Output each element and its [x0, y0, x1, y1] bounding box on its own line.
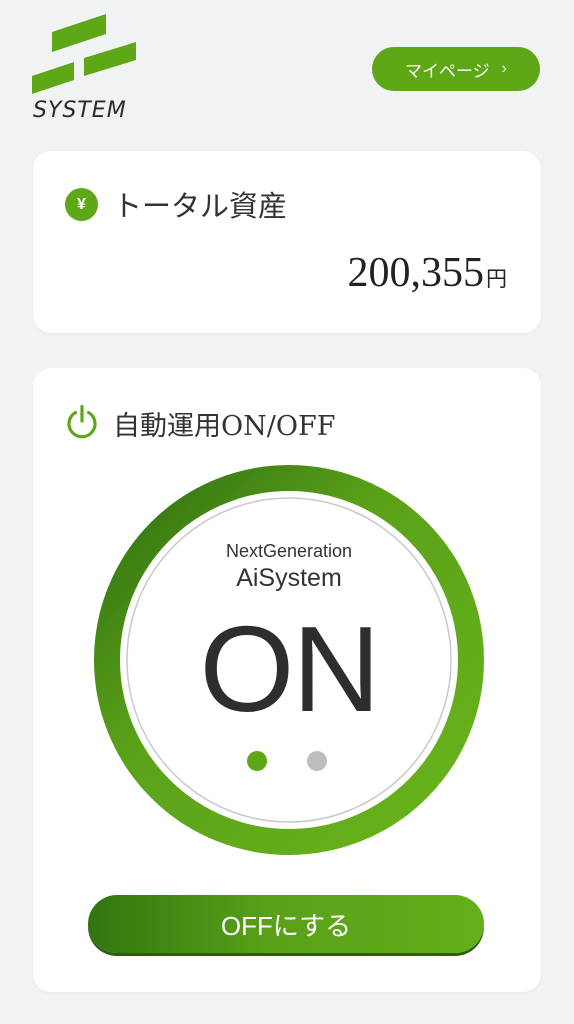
currency-unit: 円	[486, 267, 507, 291]
total-assets-value: 200,355円	[348, 249, 508, 297]
auto-operation-title: 自動運用ON/OFF	[113, 411, 336, 442]
total-assets-amount: 200,355	[347, 250, 485, 296]
ai-system-status-dial[interactable]: NextGeneration AiSystem ON	[92, 463, 486, 857]
power-icon	[67, 404, 97, 439]
system-logo: SYSTEM	[30, 14, 146, 126]
logo-text: SYSTEM	[33, 98, 127, 123]
total-assets-card: ¥ トータル資産 200,355円	[33, 151, 541, 333]
mypage-button[interactable]: マイページ ›	[372, 47, 540, 91]
operation-state-text: ON	[199, 601, 381, 737]
system-logo-icon	[32, 14, 136, 94]
total-assets-title: トータル資産	[113, 189, 288, 223]
mypage-label: マイページ	[405, 61, 490, 81]
toggle-off-button[interactable]: OFFにする	[88, 895, 484, 953]
yen-icon: ¥	[65, 188, 98, 221]
pager-dot-active[interactable]	[247, 751, 267, 771]
pager-dot-inactive[interactable]	[307, 751, 327, 771]
auto-operation-card: 自動運用ON/OFF NextGeneration AiSystem ON OF…	[33, 368, 541, 992]
dial-subtitle: NextGeneration	[225, 541, 353, 561]
dial-system-name: AiSystem	[236, 564, 342, 592]
toggle-off-label: OFFにする	[220, 910, 352, 941]
chevron-right-icon: ›	[501, 60, 507, 77]
